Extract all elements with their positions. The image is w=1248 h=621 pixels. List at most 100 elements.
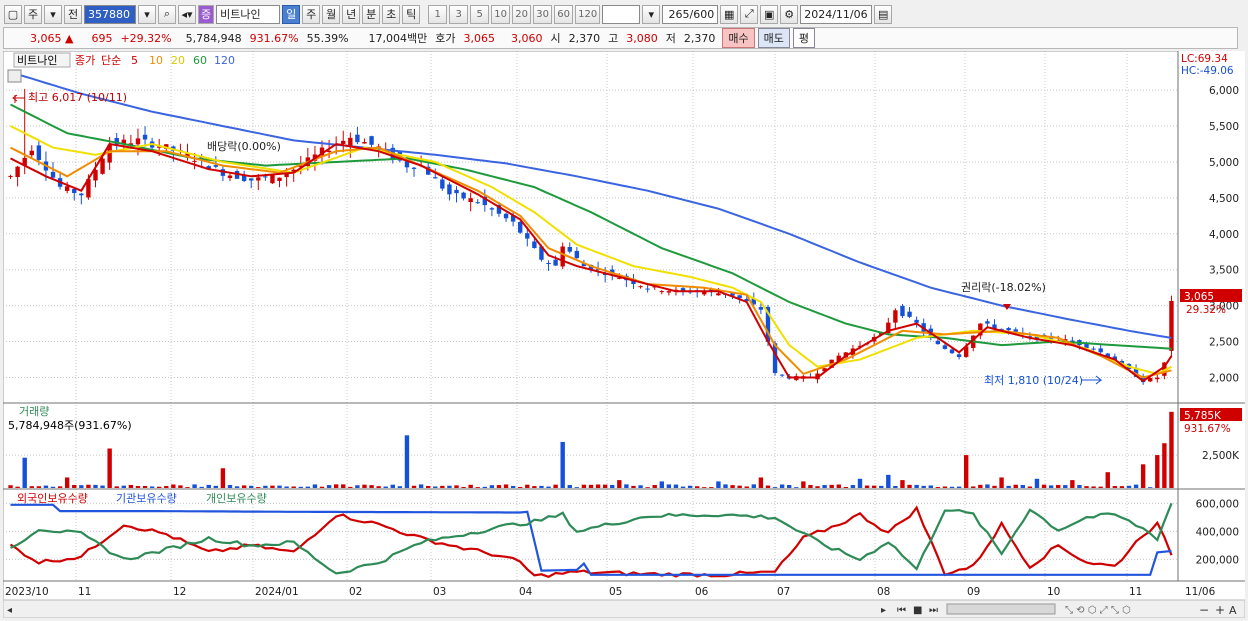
volume-bar xyxy=(475,487,480,488)
interval-dropdown-icon[interactable]: ▾ xyxy=(642,4,661,24)
volume-bar xyxy=(100,485,105,488)
bid-label: 호가 xyxy=(435,32,456,45)
volume-bar xyxy=(36,486,42,488)
chart-scrollbar[interactable] xyxy=(2,599,1246,619)
volume-bar xyxy=(1148,487,1153,488)
volume-bar xyxy=(843,486,849,488)
stock-chart[interactable]: 2,0002,5003,0003,5004,0004,5005,0005,500… xyxy=(2,50,1246,619)
volume-bar xyxy=(333,484,339,488)
volume-bar xyxy=(857,478,863,488)
volume-bar xyxy=(709,487,714,488)
interval-1[interactable]: 1 xyxy=(428,4,448,24)
volume-bar xyxy=(886,474,891,488)
interval-3[interactable]: 3 xyxy=(449,4,469,24)
x-tick-label: 12 xyxy=(173,586,186,598)
candle-body xyxy=(213,165,219,167)
x-tick-label: 11 xyxy=(78,586,91,598)
candle-body xyxy=(985,321,990,324)
sell-button[interactable]: 매도 xyxy=(757,28,790,48)
candle-body xyxy=(475,202,480,204)
code-dropdown-icon[interactable]: ▾ xyxy=(138,4,156,24)
volume-bar xyxy=(871,485,877,488)
market-button[interactable]: 주 xyxy=(24,4,42,24)
holdings-tick-label: 400,000 xyxy=(1196,526,1239,538)
zoom-out-icon[interactable]: − xyxy=(1199,603,1209,617)
volume-bar xyxy=(135,486,141,488)
stop-icon[interactable]: ■ xyxy=(913,605,922,616)
volume-bar xyxy=(206,484,211,488)
volume-bar xyxy=(992,485,997,488)
interval-10[interactable]: 10 xyxy=(491,4,511,24)
candle-body xyxy=(893,310,898,323)
search-icon[interactable]: ⌕ xyxy=(158,4,176,24)
x-tick-label: 07 xyxy=(777,586,790,598)
volume-last-value: 5,785K xyxy=(1184,410,1222,422)
volume-bar xyxy=(425,486,431,488)
candle-body xyxy=(64,186,70,191)
volume-bar xyxy=(935,487,941,488)
turnover-rate: 55.39% xyxy=(306,31,349,45)
volume-bar xyxy=(128,484,134,488)
candle-body xyxy=(914,319,919,323)
tab-minute[interactable]: 분 xyxy=(362,4,381,24)
volume-bar xyxy=(907,484,912,488)
stock-code-input[interactable]: 357880 xyxy=(84,4,136,24)
volume-bar xyxy=(694,486,700,488)
interval-5[interactable]: 5 xyxy=(470,4,490,24)
interval-60[interactable]: 60 xyxy=(554,4,574,24)
scroll-right-icon[interactable]: ▸ xyxy=(881,605,886,616)
calendar-icon[interactable]: ▤ xyxy=(874,4,893,24)
legend-simple-label: 단순 xyxy=(101,54,121,67)
tool-icon-strip[interactable]: ⤡ ⟲ ⬡ ⤢ ⤡ ⬡ xyxy=(1065,605,1131,616)
all-button[interactable]: 전 xyxy=(64,4,82,24)
volume-bar xyxy=(652,484,657,488)
volume-bar xyxy=(1119,486,1125,488)
tools-icon[interactable]: ⤢ xyxy=(740,4,759,24)
candle-body xyxy=(192,160,197,162)
buy-button[interactable]: 매수 xyxy=(722,28,755,48)
interval-30[interactable]: 30 xyxy=(533,4,553,24)
x-tick-label: 11 xyxy=(1129,586,1142,598)
tab-week[interactable]: 주 xyxy=(302,4,321,24)
volume-bar xyxy=(362,484,367,488)
volume-bar xyxy=(978,484,983,488)
interval-custom-input[interactable] xyxy=(602,4,641,24)
zoom-slider[interactable] xyxy=(946,603,1056,615)
last-page-icon[interactable]: ⏭ xyxy=(929,605,938,616)
window-menu-icon[interactable]: ▢ xyxy=(4,4,22,24)
candle-body xyxy=(440,179,445,189)
volume-ratio: 931.67% xyxy=(249,31,299,45)
calculator-icon[interactable] xyxy=(7,69,22,83)
save-icon[interactable]: ▣ xyxy=(760,4,779,24)
candle-body xyxy=(411,167,417,169)
font-size-icon[interactable]: A xyxy=(1229,604,1237,617)
chart-area[interactable]: 2,000 2,500 3,000 3,500 4,000 4,500 5,000 5,500… xyxy=(2,50,1246,619)
volume-bar xyxy=(539,485,544,488)
volume-bar xyxy=(1006,485,1011,488)
tab-month[interactable]: 월 xyxy=(322,4,341,24)
tab-tick[interactable]: 틱 xyxy=(402,4,421,24)
zoom-in-icon[interactable]: + xyxy=(1215,603,1225,617)
scroll-left-icon[interactable]: ◂ xyxy=(7,605,12,616)
price-tick-label: 2,000 xyxy=(1209,372,1239,384)
volume-bar xyxy=(602,484,608,488)
speaker-icon[interactable]: ◂▾ xyxy=(178,4,196,24)
first-page-icon[interactable]: ⏮ xyxy=(897,605,906,616)
settings-icon[interactable]: ⚙ xyxy=(780,4,799,24)
market-dropdown-icon[interactable]: ▾ xyxy=(44,4,62,24)
chart-type-icon[interactable]: ▦ xyxy=(720,4,739,24)
tab-second[interactable]: 초 xyxy=(382,4,401,24)
interval-20[interactable]: 20 xyxy=(512,4,532,24)
volume-bar xyxy=(1013,484,1018,488)
date-input[interactable]: 2024/11/06 xyxy=(800,4,873,24)
count-input[interactable]: 265/600 xyxy=(662,4,719,24)
tab-year[interactable]: 년 xyxy=(342,4,361,24)
avg-button[interactable]: 평 xyxy=(792,28,816,48)
interval-120[interactable]: 120 xyxy=(575,4,601,24)
tab-day[interactable]: 일 xyxy=(282,4,301,24)
x-tick-label: 03 xyxy=(433,586,446,598)
volume-bar xyxy=(610,484,615,488)
candle-body xyxy=(1013,329,1018,332)
candle-body xyxy=(666,291,672,293)
stock-name-field[interactable]: 비트나인 xyxy=(216,4,281,24)
